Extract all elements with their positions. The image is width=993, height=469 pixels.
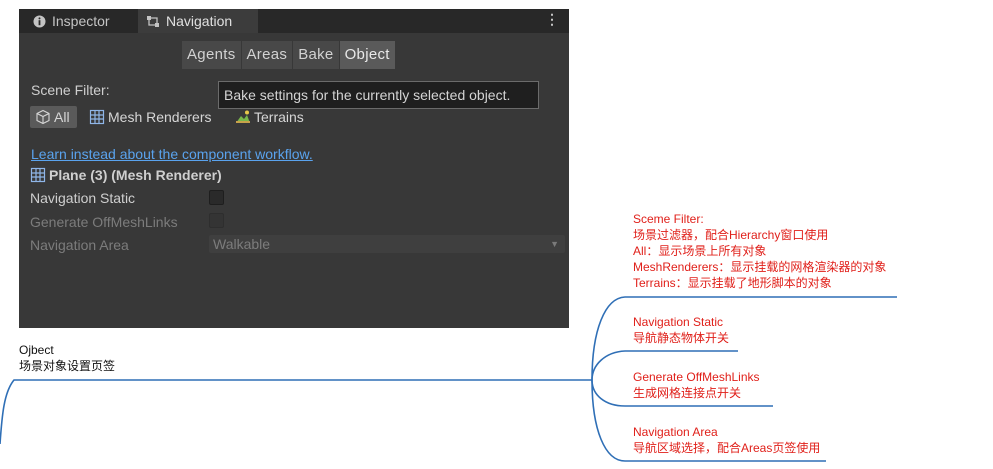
annotation-text: Terrains：显示挂载了地形脚本的对象: [633, 276, 832, 290]
annotation-navigation-area: Navigation Area 导航区域选择，配合Areas页签使用: [633, 424, 820, 456]
screenshot-canvas: Inspector Navigation ⋮ Agents Areas Bake…: [0, 0, 993, 469]
annotation-root-title: Ojbect: [19, 343, 54, 357]
annotation-text: Navigation Area: [633, 425, 718, 439]
annotation-text: 生成网格连接点开关: [633, 386, 742, 400]
annotation-scene-filter: Sceme Filter: 场景过滤器，配合Hierarchy窗口使用 All：…: [633, 211, 886, 291]
annotation-text: 导航静态物体开关: [633, 331, 730, 345]
annotation-text: Generate OffMeshLinks: [633, 370, 760, 384]
annotation-text: Sceme Filter:: [633, 212, 704, 226]
annotation-text: 场景过滤器，配合Hierarchy窗口使用: [633, 228, 829, 242]
annotation-text: All：显示场景上所有对象: [633, 244, 767, 258]
annotation-text: MeshRenderers：显示挂载的网格渲染器的对象: [633, 260, 887, 274]
annotation-root: Ojbect 场景对象设置页签: [19, 342, 115, 374]
annotation-generate-offmeshlinks: Generate OffMeshLinks 生成网格连接点开关: [633, 369, 760, 401]
annotation-navigation-static: Navigation Static 导航静态物体开关: [633, 314, 729, 346]
annotation-root-desc: 场景对象设置页签: [19, 359, 116, 373]
annotation-text: Navigation Static: [633, 315, 724, 329]
annotation-text: 导航区域选择，配合Areas页签使用: [633, 441, 821, 455]
